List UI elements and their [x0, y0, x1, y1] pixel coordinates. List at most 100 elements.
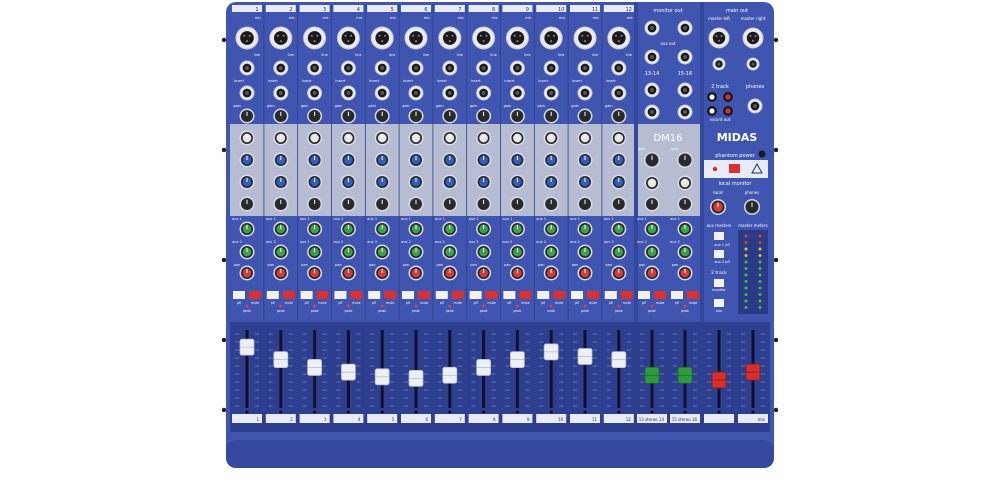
fader-label: 2 [290, 417, 293, 422]
phones-label: phones [746, 84, 765, 90]
fader-label: 13 stereo 14 [639, 417, 665, 422]
peak-label: peak [378, 309, 386, 313]
gain-label: gain [504, 104, 512, 108]
pan-label: pan [572, 263, 579, 267]
aux1-label: aux 1 [232, 217, 242, 221]
mic-label: mic [255, 16, 261, 20]
lamp-socket [758, 150, 766, 158]
pfl-button[interactable] [300, 291, 313, 299]
aux2-label: aux 2 [604, 240, 614, 244]
pan-label: pan [470, 263, 477, 267]
peak-led [448, 304, 452, 308]
gain-label: gain [671, 147, 679, 151]
pfl-button[interactable] [537, 291, 550, 299]
mute-button[interactable] [418, 291, 430, 299]
pfl-button[interactable] [402, 291, 414, 299]
mute-button[interactable] [451, 291, 464, 299]
gain-label: gain [301, 104, 309, 108]
screw [650, 410, 654, 414]
pfl-label: pfl [440, 301, 444, 305]
screw [221, 257, 227, 263]
stereo-13-14-label: 13-14 [645, 71, 660, 77]
fader-track [414, 330, 418, 408]
mute-label: mute [318, 301, 326, 305]
screw [346, 410, 350, 414]
two-track-to-mix-button[interactable] [714, 299, 724, 307]
aux-master-pfl-button[interactable] [714, 232, 724, 240]
meter-led [744, 306, 748, 309]
pfl-button[interactable] [334, 291, 347, 299]
mute-button[interactable] [587, 291, 599, 299]
mute-button[interactable] [350, 291, 363, 299]
pan-label: pan [403, 263, 410, 267]
peak-label: peak [581, 309, 589, 313]
line-label: line [558, 53, 564, 57]
mute-label: mute [420, 301, 428, 305]
mute-button[interactable] [654, 291, 666, 299]
gain-label: gain [368, 104, 376, 108]
pfl-button[interactable] [266, 291, 279, 299]
mute-button[interactable] [519, 291, 532, 299]
pfl-label: pfl [305, 301, 309, 305]
mute-button[interactable] [316, 291, 329, 299]
pfl-button[interactable] [469, 291, 482, 299]
insert-label: insert [572, 79, 583, 83]
mute-button[interactable] [384, 291, 397, 299]
screw [549, 410, 553, 414]
screw [583, 410, 587, 414]
mute-button[interactable] [553, 291, 566, 299]
pan-label: pan [335, 263, 342, 267]
aux2-label: aux 2 [570, 240, 580, 244]
aux2-label: aux 2 [637, 240, 647, 244]
aux2-label: aux 2 [334, 240, 344, 244]
channel-number: 2 [289, 7, 292, 13]
mic-label: mic [390, 16, 396, 20]
pfl-button[interactable] [571, 291, 583, 299]
phantom-power-button[interactable] [729, 164, 740, 173]
peak-led [245, 304, 249, 308]
pfl-button[interactable] [435, 291, 448, 299]
pfl-button[interactable] [233, 291, 245, 299]
peak-label: peak [648, 309, 656, 313]
aux1-label: aux 1 [266, 217, 276, 221]
pfl-label: pfl [406, 301, 410, 305]
pfl-button[interactable] [671, 291, 683, 299]
pfl-label: pfl [372, 301, 376, 305]
record-out-label: record out [710, 117, 731, 122]
insert-label: insert [403, 79, 414, 83]
line-label: line [592, 53, 598, 57]
mixer-image: 1miclineinsertgainaux 1aux 2panpfl mutepe… [221, 2, 779, 468]
screw [482, 410, 486, 414]
pfl-label: pfl [338, 301, 342, 305]
mute-button[interactable] [620, 291, 633, 299]
fader-label-tab [704, 414, 734, 423]
aux1-label: aux 1 [503, 217, 513, 221]
pan-label: pan [504, 263, 511, 267]
pfl-label: pfl [271, 301, 275, 305]
two-track-label: 2 track [711, 84, 729, 90]
meter-led [758, 306, 762, 309]
pfl-button[interactable] [503, 291, 516, 299]
meter-led [744, 293, 748, 296]
mute-button[interactable] [249, 291, 261, 299]
meter-led [744, 273, 748, 277]
monitor-out-title: monitor out [653, 8, 682, 14]
mute-button[interactable] [282, 291, 295, 299]
aux-master-pfl-button[interactable] [714, 250, 724, 258]
mute-button[interactable] [485, 291, 498, 299]
screw [221, 37, 227, 43]
line-label: line [355, 53, 361, 57]
line-label: line [490, 53, 496, 57]
gain-label: gain [335, 104, 343, 108]
pfl-button[interactable] [368, 291, 381, 299]
pan-label: pan [538, 263, 545, 267]
two-track-to-monitor-button[interactable] [714, 279, 724, 287]
fader-track [279, 330, 283, 408]
meter-led [744, 260, 748, 264]
insert-label: insert [471, 79, 482, 83]
pfl-button[interactable] [638, 291, 650, 299]
mute-button[interactable] [687, 291, 699, 299]
model-label: DM16 [653, 133, 682, 144]
pfl-button[interactable] [604, 291, 617, 299]
peak-led [549, 304, 553, 308]
